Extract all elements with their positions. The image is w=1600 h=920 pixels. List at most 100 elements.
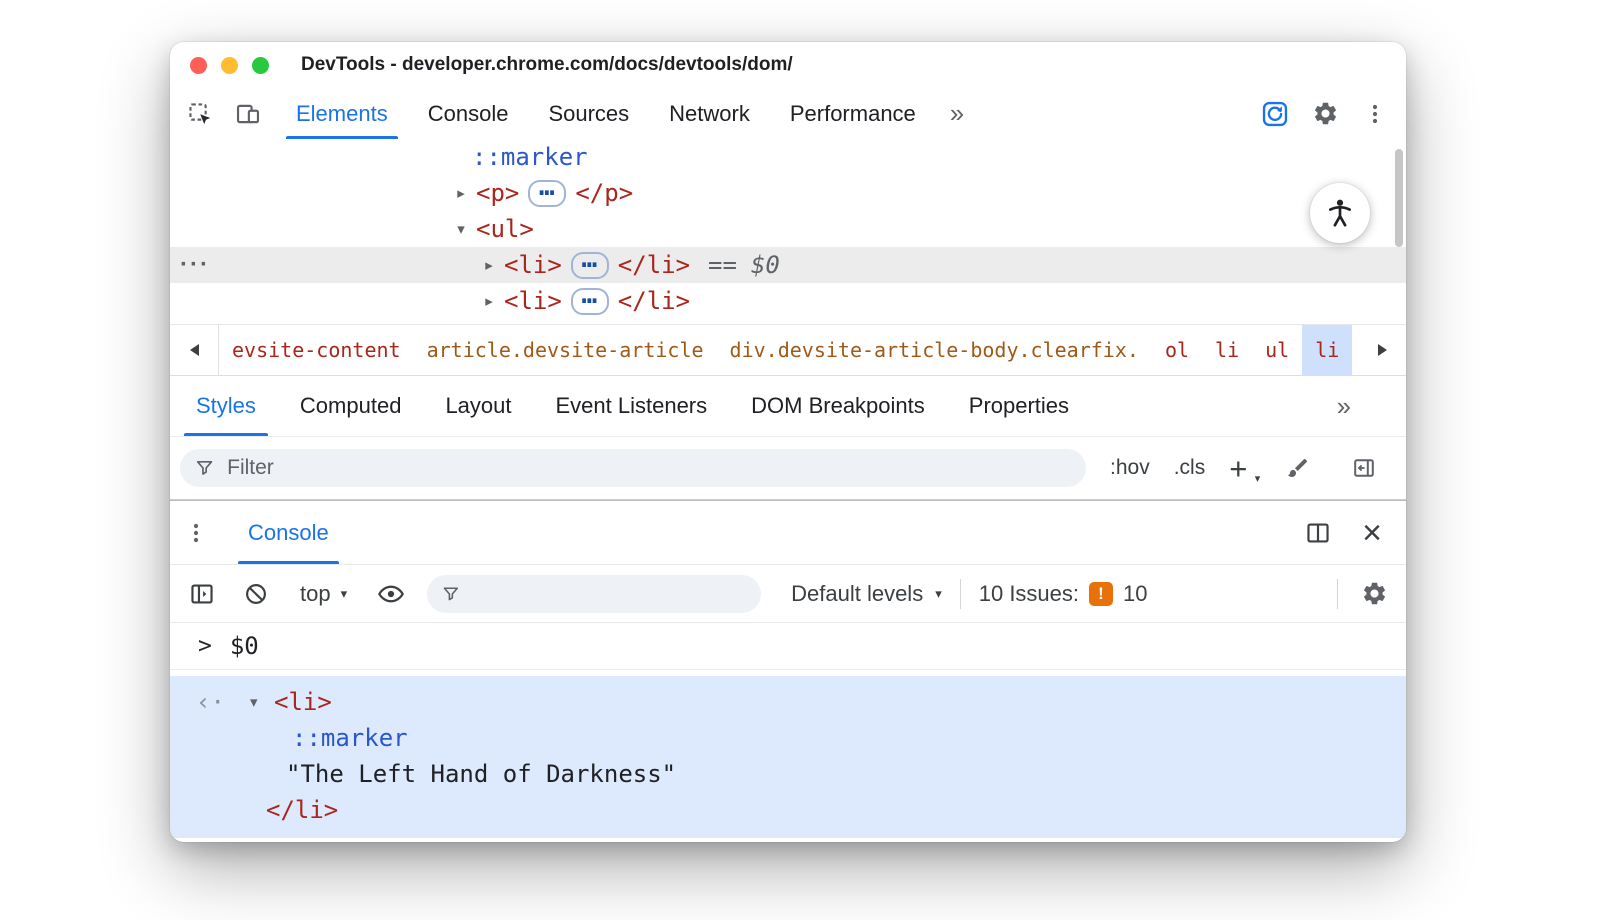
node-options-icon[interactable]: ···	[180, 247, 210, 283]
breadcrumb-item[interactable]: ul	[1252, 325, 1302, 375]
execution-context-selector[interactable]: top ▾	[292, 581, 355, 607]
elements-tree-panel: ::marker ▸ <p> … </p> ▾ <ul> ··· ▸ <li> …	[170, 139, 1406, 324]
eye-icon	[378, 585, 405, 602]
more-panels-button[interactable]: ››	[936, 88, 975, 139]
context-label: top	[300, 580, 331, 606]
tag-open: <li>	[504, 287, 562, 315]
tab-label: Network	[669, 100, 750, 126]
vertical-scrollbar[interactable]	[1395, 149, 1403, 247]
tag-close: </li>	[617, 287, 691, 315]
console-filter-input[interactable]	[468, 580, 748, 607]
accessibility-overlay-button[interactable]	[1310, 183, 1370, 243]
settings-button[interactable]	[1304, 93, 1346, 135]
dom-node-ul[interactable]: ▾ <ul>	[170, 211, 1406, 247]
create-live-expression-button[interactable]	[373, 576, 409, 612]
toggle-element-classes-button[interactable]: .cls	[1174, 456, 1206, 480]
disclosure-expanded-icon[interactable]: ▾	[446, 220, 476, 238]
tab-sources[interactable]: Sources	[528, 88, 649, 139]
more-style-tabs-button[interactable]: ››	[1336, 376, 1351, 436]
tag-open: <p>	[476, 179, 520, 207]
console-toolbar: top ▾ Default levels ▾ 10 Issues: ! 10	[170, 565, 1406, 623]
console-filter-field[interactable]	[427, 574, 762, 613]
issues-label: 10 Issues:	[978, 580, 1080, 606]
toggle-sidebar-button[interactable]	[1343, 447, 1385, 489]
chevron-right-icon	[1377, 344, 1387, 356]
tab-computed[interactable]: Computed	[278, 376, 424, 436]
split-panel-button[interactable]	[1300, 515, 1336, 551]
breadcrumb-scroll-left-button[interactable]	[170, 325, 219, 375]
disclosure-collapsed-icon[interactable]: ▸	[474, 292, 504, 310]
new-style-rule-button[interactable]: + ▾	[1229, 450, 1260, 486]
console-sidebar-button[interactable]	[184, 576, 220, 612]
console-ref-label: $0	[750, 251, 780, 279]
drawer-actions: ×	[1300, 501, 1406, 564]
breadcrumb-item[interactable]: ol	[1152, 325, 1202, 375]
main-menu-button[interactable]	[1354, 93, 1396, 135]
devtools-window: DevTools - developer.chrome.com/docs/dev…	[170, 42, 1406, 842]
dom-node-p[interactable]: ▸ <p> … </p>	[170, 174, 1406, 211]
format-styles-button[interactable]	[1277, 447, 1319, 489]
issues-counter-button[interactable]: 10 Issues: ! 10	[979, 581, 1148, 607]
chevron-double-icon: ››	[1336, 390, 1351, 421]
prompt-chevron-icon: >	[198, 633, 212, 659]
text-node-value: "The Left Hand of Darkness"	[286, 760, 677, 788]
styles-filter-field[interactable]	[180, 449, 1086, 487]
disclosure-expanded-icon[interactable]: ▾	[250, 693, 274, 711]
pseudo-element-label: ::marker	[292, 724, 408, 752]
disclosure-collapsed-icon[interactable]: ▸	[474, 256, 504, 274]
sync-button[interactable]	[1254, 93, 1296, 135]
tab-elements[interactable]: Elements	[276, 88, 408, 139]
disclosure-collapsed-icon[interactable]: ▸	[446, 184, 476, 202]
close-window-button[interactable]	[190, 56, 207, 74]
tab-event-listeners[interactable]: Event Listeners	[534, 376, 730, 436]
breadcrumb-item[interactable]: div.devsite-article-body.clearfix.	[717, 325, 1152, 375]
breadcrumb-item[interactable]: evsite-content	[219, 325, 414, 375]
breadcrumb-item[interactable]: li	[1202, 325, 1252, 375]
issue-warning-icon: !	[1089, 581, 1114, 606]
tab-network[interactable]: Network	[649, 88, 770, 139]
breadcrumb: evsite-content article.devsite-article d…	[170, 324, 1406, 376]
breadcrumb-item[interactable]: article.devsite-article	[414, 325, 717, 375]
breadcrumb-item-selected[interactable]: li	[1302, 325, 1353, 375]
result-line-li-close: </li>	[170, 792, 1406, 828]
minimize-window-button[interactable]	[221, 56, 238, 74]
log-levels-selector[interactable]: Default levels ▾	[791, 581, 942, 607]
tab-label: Elements	[296, 100, 388, 126]
tab-styles[interactable]: Styles	[174, 376, 278, 436]
expand-inline-button[interactable]: …	[570, 282, 609, 315]
titlebar: DevTools - developer.chrome.com/docs/dev…	[170, 42, 1406, 88]
inspect-element-button[interactable]	[176, 88, 224, 139]
tab-layout[interactable]: Layout	[423, 376, 533, 436]
breadcrumb-scroll-right-button[interactable]	[1358, 325, 1406, 375]
console-prompt-row[interactable]: > $0	[170, 623, 1406, 670]
tab-dom-breakpoints[interactable]: DOM Breakpoints	[729, 376, 947, 436]
toolbar-right-actions	[1254, 88, 1406, 139]
tab-label: DOM Breakpoints	[751, 393, 925, 418]
clear-console-button[interactable]	[238, 576, 274, 612]
result-marker-icon: ‹·	[196, 688, 225, 716]
device-toolbar-button[interactable]	[224, 88, 272, 139]
expand-inline-button[interactable]: …	[528, 174, 567, 207]
styles-filter-input[interactable]	[225, 455, 1072, 481]
dom-node-li-selected[interactable]: ··· ▸ <li> … </li> == $0	[170, 246, 1406, 283]
inspect-icon	[189, 102, 211, 124]
tab-console[interactable]: Console	[408, 88, 529, 139]
toggle-hover-state-button[interactable]: :hov	[1110, 456, 1150, 480]
tab-performance[interactable]: Performance	[770, 88, 936, 139]
zoom-window-button[interactable]	[252, 56, 269, 74]
tab-label: Console	[248, 519, 329, 545]
plus-icon: +	[1229, 450, 1248, 486]
drawer-tab-console[interactable]: Console	[230, 501, 347, 564]
prompt-expression: $0	[229, 632, 259, 660]
dom-node-li[interactable]: ▸ <li> … </li>	[170, 282, 1406, 319]
drawer-menu-button[interactable]	[170, 501, 222, 564]
filter-funnel-icon	[443, 586, 459, 600]
console-settings-button[interactable]	[1356, 576, 1392, 612]
tab-label: Layout	[445, 393, 512, 418]
main-toolbar: Elements Console Sources Network Perform…	[170, 88, 1406, 139]
close-drawer-button[interactable]: ×	[1362, 516, 1382, 550]
dom-node-marker-pseudo[interactable]: ::marker	[170, 139, 1406, 175]
split-view-icon	[1307, 522, 1329, 543]
tab-properties[interactable]: Properties	[947, 376, 1091, 436]
expand-inline-button[interactable]: …	[570, 246, 609, 279]
